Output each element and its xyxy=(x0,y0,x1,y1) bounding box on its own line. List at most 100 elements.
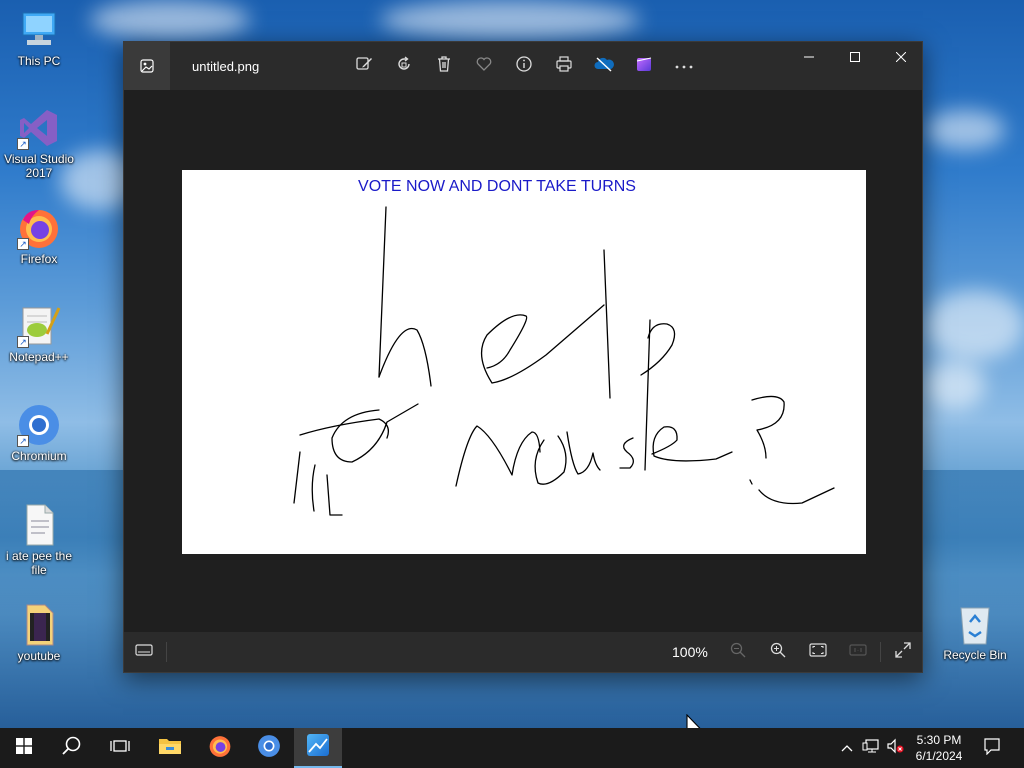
task-view-button[interactable] xyxy=(96,728,144,768)
onedrive-offline-icon xyxy=(594,55,614,78)
chevron-up-icon xyxy=(841,739,853,757)
desktop-icon-youtube[interactable]: youtube xyxy=(1,603,77,663)
edit-icon xyxy=(355,55,373,78)
wallpaper-cloud xyxy=(925,360,985,410)
image-viewport[interactable]: VOTE NOW AND DONT TAKE TURNS xyxy=(124,90,922,634)
task-view-icon xyxy=(110,738,130,759)
desktop-icon-notepad-plus-plus[interactable]: ↗ Notepad++ xyxy=(1,304,77,364)
window-title: untitled.png xyxy=(192,59,260,74)
minimize-icon xyxy=(804,49,814,67)
info-icon xyxy=(515,55,533,78)
desktop-icon-this-pc[interactable]: This PC xyxy=(1,8,77,68)
computer-icon xyxy=(17,8,61,52)
zoom-out-icon xyxy=(730,642,746,663)
delete-icon xyxy=(435,55,453,78)
desktop-icon-label: i ate pee the file xyxy=(5,549,73,577)
clock-time: 5:30 PM xyxy=(916,733,962,747)
fit-to-window-button[interactable] xyxy=(806,640,830,664)
more-icon xyxy=(674,57,694,75)
visual-studio-icon: ↗ xyxy=(17,106,61,150)
search-button[interactable] xyxy=(48,728,96,768)
taskbar-clock[interactable]: 5:30 PM 6/1/2024 xyxy=(904,732,974,764)
zoom-level[interactable]: 100% xyxy=(672,644,708,660)
bottom-toolbar: 100% xyxy=(124,632,922,672)
desktop-icon-chromium[interactable]: ↗ Chromium xyxy=(1,403,77,463)
wallpaper-cloud xyxy=(380,0,640,40)
edit-image-button[interactable] xyxy=(352,54,376,78)
rotate-button[interactable] xyxy=(392,54,416,78)
desktop-icon-label: Chromium xyxy=(11,449,67,463)
photos-icon xyxy=(306,733,330,762)
network-icon xyxy=(862,738,880,759)
action-center-button[interactable] xyxy=(978,728,1006,768)
desktop-icon-label: youtube xyxy=(17,649,61,663)
taskbar-photos[interactable] xyxy=(294,728,342,768)
show-hidden-icons-button[interactable] xyxy=(836,728,858,768)
chromium-icon: ↗ xyxy=(17,403,61,447)
notification-icon xyxy=(983,737,1001,760)
taskbar-firefox[interactable] xyxy=(196,728,244,768)
title-bar[interactable]: untitled.png xyxy=(124,42,922,90)
shortcut-arrow-icon: ↗ xyxy=(17,336,29,348)
firefox-icon: ↗ xyxy=(17,206,61,250)
full-screen-button[interactable] xyxy=(891,640,915,664)
heart-icon xyxy=(475,55,493,78)
desktop-icon-label: Firefox xyxy=(20,252,58,266)
photos-app-icon[interactable] xyxy=(124,42,170,90)
delete-button[interactable] xyxy=(432,54,456,78)
zoom-in-button[interactable] xyxy=(766,640,790,664)
desktop-icon-recycle-bin[interactable]: Recycle Bin xyxy=(937,602,1013,662)
network-button[interactable] xyxy=(860,728,882,768)
desktop-icon-text-file[interactable]: i ate pee the file xyxy=(1,503,77,577)
fit-icon xyxy=(809,642,827,662)
text-file-icon xyxy=(17,503,61,547)
start-button[interactable] xyxy=(0,728,48,768)
shortcut-arrow-icon: ↗ xyxy=(17,435,29,447)
taskbar-file-explorer[interactable] xyxy=(146,728,194,768)
clock-date: 6/1/2024 xyxy=(915,749,963,763)
handwritten-drawing xyxy=(293,206,835,516)
volume-button[interactable] xyxy=(884,728,906,768)
actual-size-button[interactable] xyxy=(846,640,870,664)
recycle-bin-icon xyxy=(953,602,997,646)
wallpaper-cloud xyxy=(90,0,250,40)
toolbar-divider xyxy=(166,642,167,662)
shortcut-arrow-icon: ↗ xyxy=(17,238,29,250)
maximize-button[interactable] xyxy=(832,42,878,74)
desktop-icon-visual-studio[interactable]: ↗ Visual Studio 2017 xyxy=(1,106,77,180)
search-icon xyxy=(61,735,83,762)
expand-icon xyxy=(895,641,911,663)
desktop-icon-label: Notepad++ xyxy=(9,350,69,364)
video-file-icon xyxy=(17,603,61,647)
zoom-in-icon xyxy=(770,642,786,663)
shortcut-arrow-icon: ↗ xyxy=(17,138,29,150)
minimize-button[interactable] xyxy=(786,42,832,74)
file-info-button[interactable] xyxy=(512,54,536,78)
filmstrip-button[interactable] xyxy=(132,640,156,664)
wallpaper-cloud xyxy=(925,110,1005,150)
zoom-out-button[interactable] xyxy=(726,640,750,664)
more-options-button[interactable] xyxy=(672,54,696,78)
favorite-button[interactable] xyxy=(472,54,496,78)
desktop-icon-firefox[interactable]: ↗ Firefox xyxy=(1,206,77,266)
toolbar-divider xyxy=(880,642,881,662)
clipchamp-icon xyxy=(635,55,653,78)
maximize-icon xyxy=(850,49,860,67)
rotate-icon xyxy=(395,55,413,78)
onedrive-button[interactable] xyxy=(592,54,616,78)
taskbar: 5:30 PM 6/1/2024 xyxy=(0,728,1024,768)
desktop-icon-label: Recycle Bin xyxy=(943,648,1007,662)
filmstrip-icon xyxy=(135,643,153,662)
notepad-plus-plus-icon: ↗ xyxy=(17,304,61,348)
close-icon xyxy=(895,49,907,67)
actual-size-icon xyxy=(849,643,867,662)
taskbar-chromium[interactable] xyxy=(245,728,293,768)
chromium-icon xyxy=(257,734,281,763)
displayed-image: VOTE NOW AND DONT TAKE TURNS xyxy=(182,170,866,554)
wallpaper-cloud xyxy=(925,290,1024,360)
close-button[interactable] xyxy=(878,42,924,74)
clipchamp-button[interactable] xyxy=(632,54,656,78)
photos-window: untitled.png VOTE NOW AND DONT TAKE TURN… xyxy=(123,41,923,673)
printer-icon xyxy=(555,55,573,78)
print-button[interactable] xyxy=(552,54,576,78)
